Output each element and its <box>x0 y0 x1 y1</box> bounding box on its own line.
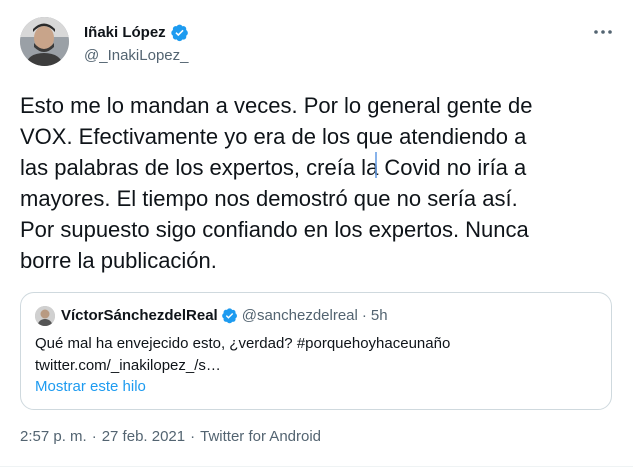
tweet-time[interactable]: 2:57 p. m. <box>20 428 87 445</box>
author-name[interactable]: Iñaki López <box>84 24 166 41</box>
quoted-timestamp[interactable]: 5h <box>371 307 388 324</box>
tweet-meta: 2:57 p. m. · 27 feb. 2021 · Twitter for … <box>20 428 321 445</box>
meta-separator: · <box>190 428 196 445</box>
verified-badge-icon <box>170 24 188 42</box>
author-handle[interactable]: @_InakiLopez_ <box>84 47 188 64</box>
quoted-avatar[interactable] <box>35 306 55 326</box>
quoted-tweet[interactable]: VíctorSánchezdelReal @sanchezdelreal · 5… <box>20 292 612 410</box>
quoted-author-handle[interactable]: @sanchezdelreal <box>242 307 358 324</box>
avatar[interactable] <box>20 17 69 66</box>
meta-separator: · <box>91 428 97 445</box>
show-thread-link[interactable]: Mostrar este hilo <box>35 378 146 395</box>
quoted-avatar-photo <box>35 306 55 326</box>
tweet-date[interactable]: 27 feb. 2021 <box>102 428 185 445</box>
quoted-text: Qué mal ha envejecido esto, ¿verdad? #po… <box>35 335 451 374</box>
quoted-author-name[interactable]: VíctorSánchezdelReal <box>61 307 218 324</box>
tweet-source[interactable]: Twitter for Android <box>200 428 321 445</box>
text-cursor <box>375 152 377 178</box>
author-name-row[interactable]: Iñaki López <box>84 23 189 42</box>
avatar-photo <box>20 17 69 66</box>
quoted-separator: · <box>361 307 367 324</box>
more-options-icon[interactable] <box>591 24 615 40</box>
quoted-verified-badge-icon <box>221 308 237 324</box>
quoted-header: VíctorSánchezdelReal @sanchezdelreal · 5… <box>61 307 388 324</box>
tweet-text: Esto me lo mandan a veces. Por lo genera… <box>20 93 533 273</box>
tweet: Iñaki López @_InakiLopez_ Esto me lo man… <box>0 0 633 467</box>
